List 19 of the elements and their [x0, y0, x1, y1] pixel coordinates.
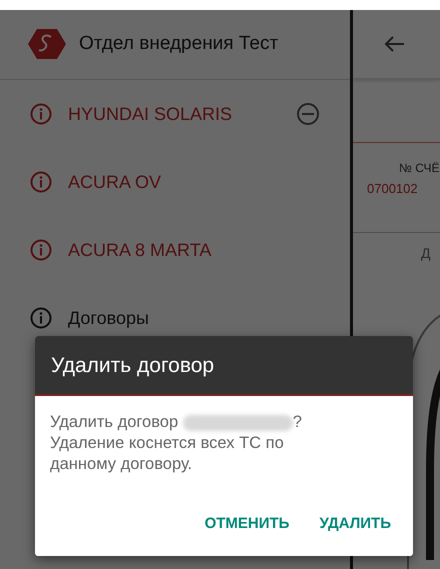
drawer-title: Отдел внедрения Тест — [79, 33, 278, 55]
remove-icon[interactable] — [296, 102, 320, 126]
drawer-item[interactable]: ACURA OV — [68, 172, 320, 192]
field-label: № СЧЁ — [398, 160, 440, 175]
drawer-item[interactable]: ACURA 8 MARTA — [68, 240, 320, 260]
info-icon — [30, 103, 52, 125]
dialog-button[interactable]: УДАЛИТЬ — [311, 509, 399, 538]
dialog-title: Удалить договор — [35, 336, 413, 396]
info-icon — [30, 307, 52, 329]
info-icon — [30, 239, 52, 261]
dialog-button[interactable]: ОТМЕНИТЬ — [196, 509, 298, 538]
dialog-message: Удалить договор ? Удаление коснется всех ТС по данному договору. — [49, 412, 303, 476]
cobra-logo-icon — [27, 28, 67, 60]
back-arrow-icon[interactable] — [383, 35, 405, 53]
drawer-item[interactable]: Договоры — [68, 308, 320, 328]
field-value: 0700102 — [366, 180, 419, 196]
drawer-item[interactable]: HYUNDAI SOLARIS — [68, 104, 280, 124]
info-icon — [30, 171, 52, 193]
section-label: Д — [420, 244, 432, 261]
